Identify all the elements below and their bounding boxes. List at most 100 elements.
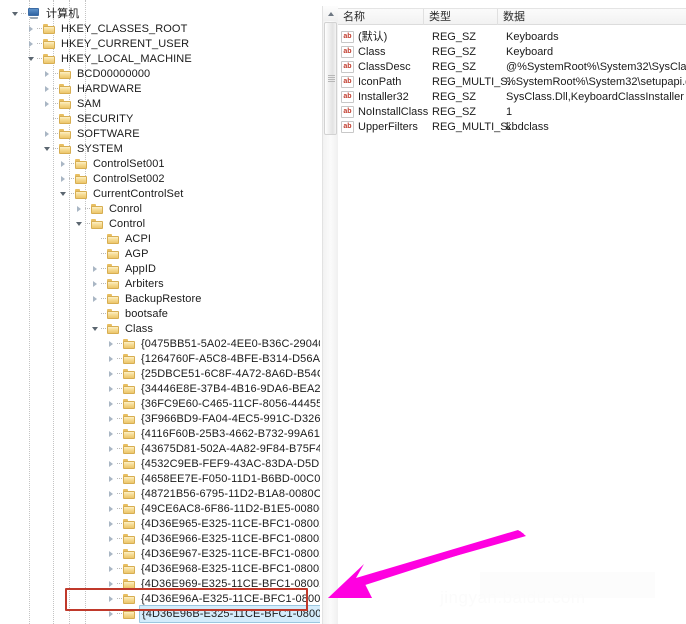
tree-node[interactable]: {4D36E969-E325-11CE-BFC1-08002BE10318} — [0, 576, 320, 592]
tree-node[interactable]: Class — [0, 321, 155, 337]
tree-expander-collapsed-icon[interactable] — [106, 606, 117, 622]
tree-node[interactable]: {0475BB51-5A02-4EE0-B36C-29040FAD2650} — [0, 336, 320, 352]
tree-expander-collapsed-icon[interactable] — [42, 96, 53, 112]
tree-node-label: Class — [125, 323, 154, 335]
tree-node[interactable]: Conrol — [0, 201, 144, 217]
column-header-data[interactable]: 数据 — [498, 9, 686, 25]
value-row[interactable]: ClassDesc REG_SZ @%SystemRoot%\System32\Sy… — [338, 59, 686, 75]
tree-node[interactable]: ControlSet001 — [0, 156, 167, 172]
tree-expander-collapsed-icon[interactable] — [106, 441, 117, 457]
tree-node[interactable]: {25DBCE51-6C8F-4A72-8A6D-B54C2B4FC835} — [0, 366, 320, 382]
tree-expander-collapsed-icon[interactable] — [58, 156, 69, 172]
tree-node[interactable]: {43675D81-502A-4A82-9F84-B75F418C5DEA} — [0, 441, 320, 457]
tree-connector-line — [69, 178, 74, 180]
tree-scrollbar[interactable] — [322, 6, 339, 624]
tree-node[interactable]: SOFTWARE — [0, 126, 142, 142]
tree-node[interactable]: AGP — [0, 246, 151, 262]
tree-expander-collapsed-icon[interactable] — [106, 561, 117, 577]
tree-expander-expanded-icon[interactable] — [74, 216, 85, 232]
tree-node[interactable]: HKEY_LOCAL_MACHINE — [0, 51, 194, 67]
tree-expander-expanded-icon[interactable] — [10, 6, 21, 22]
tree-expander-collapsed-icon[interactable] — [106, 426, 117, 442]
tree-expander-collapsed-icon[interactable] — [106, 576, 117, 592]
tree-expander-collapsed-icon[interactable] — [26, 21, 37, 37]
tree-expander-collapsed-icon[interactable] — [90, 276, 101, 292]
tree-scrollbar-thumb[interactable] — [324, 22, 337, 135]
value-row[interactable]: NoInstallClassREG_SZ 1 — [338, 104, 686, 120]
tree-expander-collapsed-icon[interactable] — [106, 591, 117, 607]
tree-expander-collapsed-icon[interactable] — [106, 396, 117, 412]
tree-node[interactable]: HKEY_CLASSES_ROOT — [0, 21, 189, 37]
tree-node[interactable]: {4658EE7E-F050-11D1-B6BD-00C04FA372A7} — [0, 471, 320, 487]
tree-node[interactable]: HKEY_CURRENT_USER — [0, 36, 191, 52]
tree-node[interactable]: {4532C9EB-FEF9-43AC-83DA-D5DE1F9A2BFF} — [0, 456, 320, 472]
tree-expander-collapsed-icon[interactable] — [106, 546, 117, 562]
tree-expander-collapsed-icon[interactable] — [90, 261, 101, 277]
value-name-text: (默认) — [358, 31, 388, 43]
tree-node[interactable]: {3F966BD9-FA04-4EC5-991C-D326973B5128} — [0, 411, 320, 427]
tree-node[interactable]: AppID — [0, 261, 158, 277]
tree-node[interactable]: BCD00000000 — [0, 66, 152, 82]
tree-expander-collapsed-icon[interactable] — [106, 471, 117, 487]
tree-expander-collapsed-icon[interactable] — [106, 411, 117, 427]
tree-expander-collapsed-icon[interactable] — [58, 171, 69, 187]
tree-node-label: {3F966BD9-FA04-4EC5-991C-D326973B5128} — [141, 413, 320, 425]
tree-node[interactable]: SECURITY — [0, 111, 135, 127]
tree-node[interactable]: {4D36E966-E325-11CE-BFC1-08002BE10318} — [0, 531, 320, 547]
tree-expander-collapsed-icon[interactable] — [106, 486, 117, 502]
tree-expander-collapsed-icon[interactable] — [106, 336, 117, 352]
tree-node[interactable]: {49CE6AC8-6F86-11D2-B1E5-0080C72E74A2} — [0, 501, 320, 517]
tree-node[interactable]: {4D36E967-E325-11CE-BFC1-08002BE10318} — [0, 546, 320, 562]
tree-node[interactable]: CurrentControlSet — [0, 186, 185, 202]
tree-node[interactable]: Arbiters — [0, 276, 166, 292]
tree-node[interactable]: ACPI — [0, 231, 153, 247]
value-row[interactable]: Installer32 REG_SZ SysClass.Dll,KeyboardCl… — [338, 89, 686, 105]
tree-node[interactable]: SYSTEM — [0, 141, 125, 157]
tree-node[interactable]: BackupRestore — [0, 291, 204, 307]
tree-expander-collapsed-icon[interactable] — [106, 366, 117, 382]
registry-values-pane[interactable]: 名称 类型 数据 (默认) REG_SZ Keyboards Class REG_SZ K… — [338, 0, 686, 624]
column-header-name[interactable]: 名称 — [338, 9, 424, 25]
tree-node[interactable]: {4116F60B-25B3-4662-B732-99A6111EDC0B} — [0, 426, 320, 442]
tree-expander-expanded-icon[interactable] — [58, 186, 69, 202]
tree-node[interactable]: {36FC9E60-C465-11CF-8056-444553540000} — [0, 396, 320, 412]
tree-expander-collapsed-icon[interactable] — [42, 126, 53, 142]
tree-expander-collapsed-icon[interactable] — [106, 531, 117, 547]
value-row[interactable]: IconPath REG_MULTI_SZ%SystemRoot%\System3… — [338, 74, 686, 90]
tree-node[interactable]: {4D36E965-E325-11CE-BFC1-08002BE10318} — [0, 516, 320, 532]
tree-connector-line — [117, 538, 122, 540]
column-header-type[interactable]: 类型 — [424, 9, 498, 25]
tree-node[interactable]: {34446E8E-37B4-4B16-9DA6-BEA2DB33465A} — [0, 381, 320, 397]
tree-node[interactable]: {48721B56-6795-11D2-B1A8-0080C72E74A2} — [0, 486, 320, 502]
tree-node[interactable]: {4D36E96B-E325-11CE-BFC1-08002BE10318} — [0, 604, 320, 623]
tree-expander-expanded-icon[interactable] — [26, 51, 37, 67]
tree-expander-collapsed-icon[interactable] — [106, 351, 117, 367]
tree-node[interactable]: ControlSet002 — [0, 171, 167, 187]
tree-connector-line — [85, 208, 90, 210]
tree-node[interactable]: {4D36E968-E325-11CE-BFC1-08002BE10318} — [0, 561, 320, 577]
tree-node[interactable]: 计算机 — [0, 6, 81, 22]
tree-expander-collapsed-icon[interactable] — [90, 291, 101, 307]
tree-expander-collapsed-icon[interactable] — [42, 81, 53, 97]
registry-key-tree[interactable]: 计算机 HKEY_CLASSES_ROOT HKEY_CURRENT_USER HKE… — [0, 0, 320, 624]
tree-expander-collapsed-icon[interactable] — [106, 516, 117, 532]
tree-node[interactable]: SAM — [0, 96, 103, 112]
value-row[interactable]: (默认) REG_SZ Keyboards — [338, 29, 686, 45]
tree-expander-expanded-icon[interactable] — [90, 321, 101, 337]
scroll-up-arrow-icon[interactable] — [323, 6, 338, 21]
tree-node[interactable]: bootsafe — [0, 306, 170, 322]
tree-expander-collapsed-icon[interactable] — [106, 381, 117, 397]
tree-node[interactable]: Control — [0, 216, 147, 232]
value-row[interactable]: UpperFilters REG_MULTI_SZkbdclass — [338, 119, 686, 135]
tree-node[interactable]: HARDWARE — [0, 81, 144, 97]
value-row[interactable]: Class REG_SZ Keyboard — [338, 44, 686, 60]
tree-expander-collapsed-icon[interactable] — [74, 201, 85, 217]
tree-expander-collapsed-icon[interactable] — [26, 36, 37, 52]
tree-expander-collapsed-icon[interactable] — [106, 456, 117, 472]
tree-node[interactable]: {1264760F-A5C8-4BFE-B314-D56A7B44A362} — [0, 351, 320, 367]
tree-expander-expanded-icon[interactable] — [42, 141, 53, 157]
tree-expander-collapsed-icon[interactable] — [106, 501, 117, 517]
tree-expander-collapsed-icon[interactable] — [42, 66, 53, 82]
